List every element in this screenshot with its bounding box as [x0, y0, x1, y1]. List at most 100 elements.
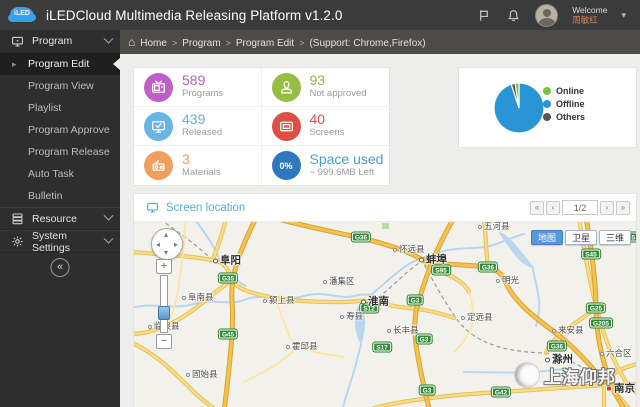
sidebar-item-label: Program Edit: [28, 58, 90, 70]
top-header: iLED iLEDCloud Multimedia Releasing Plat…: [0, 0, 640, 30]
stat-value: 3: [182, 150, 190, 167]
pan-right-icon[interactable]: ▸: [174, 241, 178, 249]
sidebar-item-label: Program View: [28, 80, 94, 92]
pager-last-button[interactable]: »: [616, 200, 630, 215]
map-label-county: 颍上县: [263, 294, 295, 306]
map-marker-dot: [393, 247, 397, 252]
sidebar-item-program-edit[interactable]: ▸ Program Edit: [0, 53, 120, 75]
road-shield: S45: [582, 249, 600, 259]
sidebar-nav: Program ▸ Program Edit Program View Play…: [0, 30, 120, 254]
app-window: iLED iLEDCloud Multimedia Releasing Plat…: [0, 0, 640, 407]
map-canvas[interactable]: ▴ ▾ ◂ ▸ + − 地图 卫星 三维 上海仰邦 阜阳 蚌埠 淮南 滁州 南京…: [134, 222, 636, 407]
zoom-out-button[interactable]: −: [156, 334, 172, 349]
tv-icon: [144, 72, 173, 102]
breadcrumb-item-program[interactable]: Program: [182, 38, 220, 49]
screen-icon: [271, 111, 301, 141]
breadcrumb: ⌂ Home > Program > Program Edit > (Support: Ch…: [120, 30, 640, 54]
legend-label: Others: [556, 112, 586, 122]
stat-label: ~ 999.6MB Left: [309, 166, 375, 178]
zoom-track[interactable]: [158, 275, 170, 333]
welcome-block[interactable]: Welcome 周敏红: [572, 5, 607, 25]
road-shield: G3: [407, 295, 423, 305]
pager-page-indicator[interactable]: 1/2: [562, 200, 598, 215]
map-type-button[interactable]: 地图: [530, 230, 563, 245]
pager-prev-button[interactable]: ‹: [546, 200, 560, 215]
stat-released[interactable]: 439 Released: [134, 107, 262, 146]
legend-dot: [543, 113, 551, 121]
stat-value: Space used: [309, 150, 384, 167]
road-shield: G36: [478, 262, 498, 272]
map-marker-dot: [387, 328, 391, 333]
zoom-in-button[interactable]: +: [156, 259, 172, 274]
sidebar-item-label: Program Release: [28, 146, 110, 158]
user-avatar[interactable]: [535, 3, 559, 27]
breadcrumb-separator: >: [171, 38, 178, 48]
map-label-county: 六合区: [600, 347, 632, 359]
sidebar-item-program-view[interactable]: Program View: [0, 75, 120, 97]
map-pan-control[interactable]: ▴ ▾ ◂ ▸: [151, 228, 183, 260]
stat-programs[interactable]: 589 Programs: [134, 68, 262, 107]
map-label-city: 淮南: [361, 294, 389, 309]
legend-item-offline: Offline: [543, 98, 585, 110]
collapse-sidebar-button[interactable]: «: [50, 258, 70, 277]
road-shield: G3: [416, 334, 432, 344]
chevron-down-icon: [103, 33, 114, 44]
map-label-county: 定远县: [461, 311, 493, 323]
sidebar-item-label: Resource: [32, 212, 77, 225]
sidebar-item-program[interactable]: Program: [0, 30, 120, 53]
map-marker-dot: [263, 298, 267, 303]
sidebar-item-label: System Settings: [32, 229, 70, 254]
device-icon: [144, 151, 173, 180]
road-shield: G36: [351, 232, 371, 242]
legend-item-online: Online: [543, 85, 585, 97]
percent-badge: 0%: [279, 160, 293, 171]
road-shield: G25: [586, 303, 606, 313]
map-marker-dot: [213, 258, 218, 264]
pan-left-icon[interactable]: ◂: [156, 241, 160, 249]
zoom-handle[interactable]: [158, 306, 170, 320]
watermark: 上海仰邦: [514, 362, 616, 388]
watermark-text: 上海仰邦: [544, 367, 616, 387]
pager-first-button[interactable]: «: [530, 200, 544, 215]
legend-dot: [543, 87, 551, 95]
map-type-button[interactable]: 卫星: [564, 230, 597, 245]
pager-next-button[interactable]: ›: [600, 200, 614, 215]
home-icon[interactable]: ⌂: [128, 35, 135, 49]
user-menu-caret-icon[interactable]: ▾: [621, 10, 626, 21]
road-shield: S17: [373, 342, 391, 352]
sidebar-item-system-settings[interactable]: System Settings: [0, 229, 120, 254]
stamp-icon: [271, 72, 301, 102]
map-zoom-control: + −: [156, 259, 172, 349]
road-shield: G3: [419, 385, 435, 395]
sidebar-item-program-release[interactable]: Program Release: [0, 141, 120, 163]
stat-999-6mb-left[interactable]: 0% Space used ~ 999.6MB Left: [262, 146, 390, 185]
sidebar: Program ▸ Program Edit Program View Play…: [0, 30, 120, 407]
layers-icon: [10, 211, 25, 226]
sidebar-item-resource[interactable]: Resource: [0, 207, 120, 230]
bell-icon[interactable]: [505, 7, 521, 23]
road-shield: G45: [218, 329, 238, 339]
breadcrumb-item-home[interactable]: Home: [140, 38, 167, 49]
road-shield: S95: [432, 265, 450, 275]
pan-up-icon[interactable]: ▴: [164, 231, 168, 239]
stat-screens[interactable]: 40 Screens: [261, 107, 389, 146]
map-marker-dot: [478, 224, 482, 229]
map-label-county: 五河县: [478, 222, 510, 232]
sidebar-item-bulletin[interactable]: Bulletin: [0, 185, 120, 207]
map-marker-dot: [552, 328, 556, 333]
stat-label: Screens: [309, 127, 345, 138]
sidebar-item-auto-task[interactable]: Auto Task: [0, 163, 120, 185]
stat-not-approved[interactable]: 93 Not approved: [261, 68, 389, 107]
legend-label: Online: [556, 86, 585, 96]
stat-materials[interactable]: 3 Materials: [134, 146, 262, 185]
stat-label: Programs: [182, 88, 224, 99]
sidebar-item-program-approve[interactable]: Program Approve: [0, 119, 120, 141]
sidebar-item-playlist[interactable]: Playlist: [0, 97, 120, 119]
pan-down-icon[interactable]: ▾: [164, 249, 168, 257]
breadcrumb-item-program-edit[interactable]: Program Edit: [236, 38, 294, 49]
map-type-button[interactable]: 三维: [598, 230, 631, 245]
flag-icon[interactable]: [475, 7, 491, 23]
road-shield: G36: [547, 341, 567, 351]
map-label-county: 怀远县: [393, 243, 425, 255]
breadcrumb-item-support-chrome-firefox[interactable]: (Support: Chrome,Firefox): [309, 38, 425, 49]
